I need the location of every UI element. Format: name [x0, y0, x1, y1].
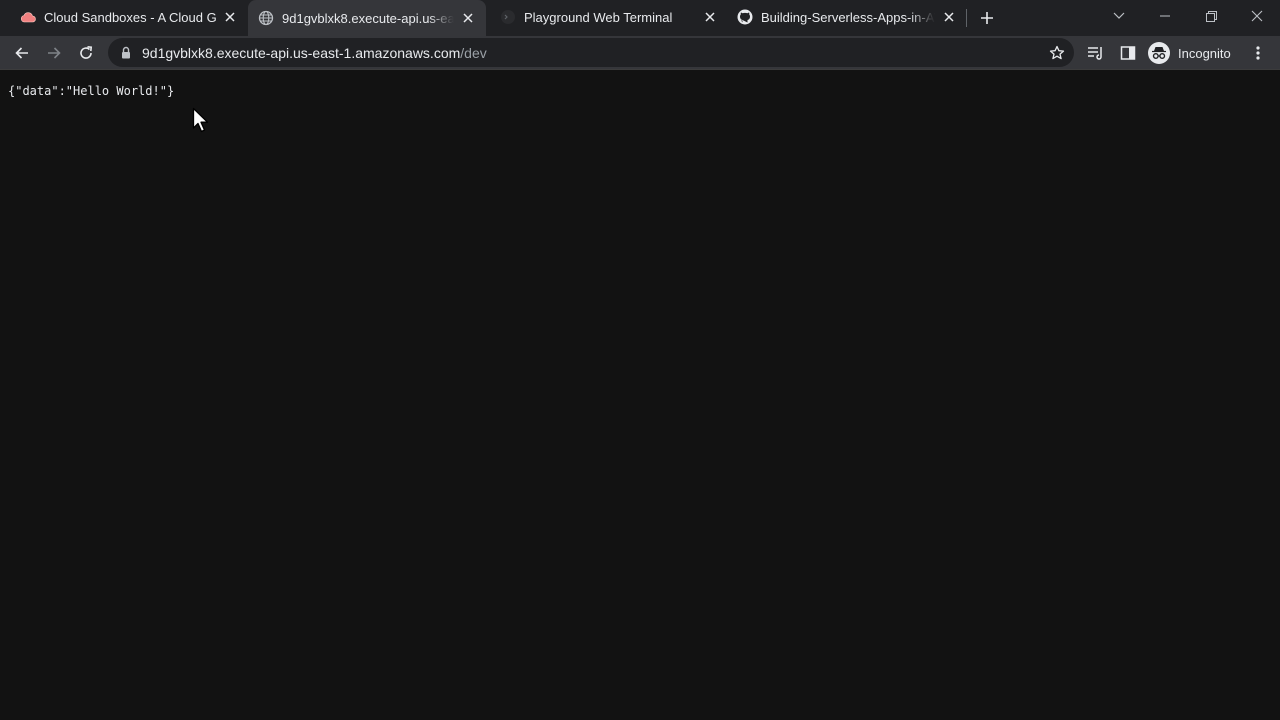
close-window-button[interactable] [1234, 0, 1280, 32]
tab-github-repo[interactable]: Building-Serverless-Apps-in-AWS [729, 0, 965, 34]
tab-title: Building-Serverless-Apps-in-AWS [761, 9, 935, 25]
menu-button[interactable] [1244, 39, 1272, 67]
globe-icon [258, 10, 274, 26]
minimize-button[interactable] [1142, 0, 1188, 32]
plus-icon [981, 12, 993, 24]
tab-separator [966, 9, 967, 27]
reload-icon [80, 46, 93, 59]
json-response-text: {"data":"Hello World!"} [8, 84, 175, 98]
bookmark-star-icon[interactable] [1048, 44, 1066, 62]
more-vert-icon [1256, 46, 1260, 60]
tab-cloud-sandboxes[interactable]: Cloud Sandboxes - A Cloud Guru [12, 0, 246, 34]
close-icon[interactable] [460, 10, 476, 26]
restore-icon [1205, 10, 1217, 22]
close-icon [1251, 10, 1263, 22]
tab-search-button[interactable] [1096, 0, 1142, 32]
tab-playground-terminal[interactable]: Playground Web Terminal [490, 0, 728, 34]
tab-title: 9d1gvblxk8.execute-api.us-east-1 [282, 10, 454, 26]
tab-api-endpoint[interactable]: 9d1gvblxk8.execute-api.us-east-1 [248, 0, 486, 36]
tab-title: Cloud Sandboxes - A Cloud Guru [44, 9, 216, 25]
github-icon [737, 9, 753, 25]
new-tab-button[interactable] [977, 8, 997, 28]
profile-button[interactable]: Incognito [1148, 41, 1231, 65]
url-text: 9d1gvblxk8.execute-api.us-east-1.amazona… [142, 45, 487, 61]
side-panel-icon [1120, 46, 1136, 60]
reading-list-icon [1088, 47, 1102, 60]
address-bar[interactable]: 9d1gvblxk8.execute-api.us-east-1.amazona… [108, 38, 1074, 67]
tab-strip: Cloud Sandboxes - A Cloud Guru 9d1gvblxk… [0, 0, 1280, 36]
close-icon[interactable] [702, 9, 718, 25]
arrow-right-icon [48, 47, 61, 59]
url-host: 9d1gvblxk8.execute-api.us-east-1.amazona… [142, 44, 461, 61]
chevron-down-icon [1113, 12, 1125, 19]
reload-button[interactable] [72, 39, 100, 67]
incognito-icon [1148, 42, 1170, 64]
arrow-left-icon [15, 47, 28, 59]
browser-toolbar: 9d1gvblxk8.execute-api.us-east-1.amazona… [0, 36, 1280, 70]
back-button[interactable] [8, 39, 36, 67]
reading-list-button[interactable] [1082, 39, 1110, 67]
profile-label: Incognito [1178, 45, 1231, 61]
page-content: {"data":"Hello World!"} [0, 71, 1280, 720]
cloud-icon [20, 9, 36, 25]
close-icon[interactable] [941, 9, 957, 25]
mouse-cursor-icon [192, 107, 209, 133]
side-panel-button[interactable] [1114, 39, 1142, 67]
minimize-icon [1160, 15, 1170, 17]
forward-button[interactable] [40, 39, 68, 67]
terminal-icon [500, 9, 516, 25]
tab-title: Playground Web Terminal [524, 9, 673, 25]
url-path: /dev [460, 44, 487, 61]
restore-button[interactable] [1188, 0, 1234, 32]
close-icon[interactable] [222, 9, 238, 25]
lock-icon[interactable] [120, 46, 132, 60]
